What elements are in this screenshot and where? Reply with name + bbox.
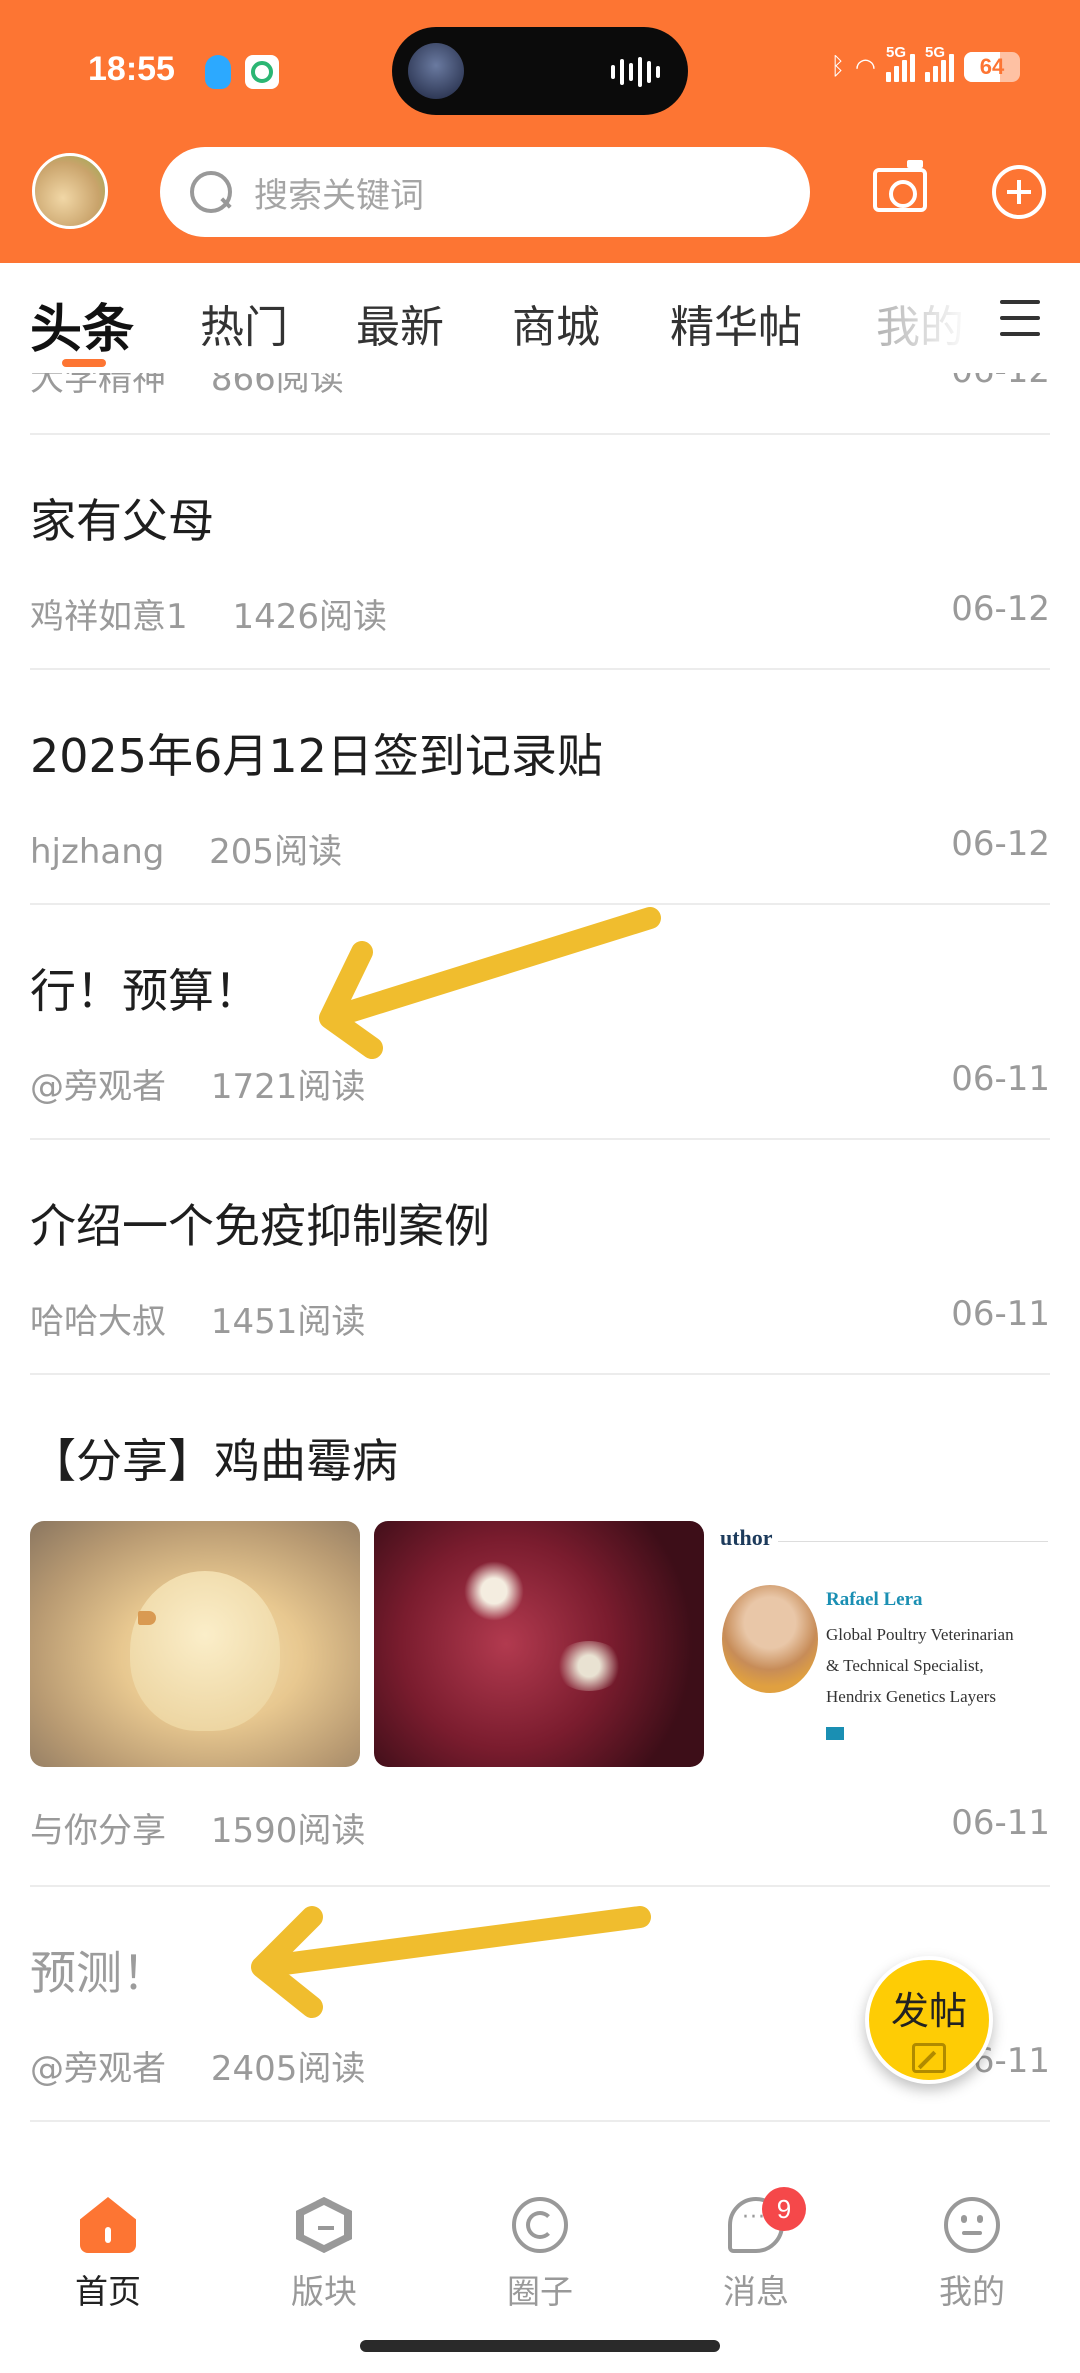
tab-headlines[interactable]: 头条: [30, 287, 134, 362]
signal-icon: 5G: [886, 44, 915, 82]
post-reads: 2405阅读: [210, 2049, 366, 2089]
plus-circle-icon[interactable]: [992, 165, 1046, 219]
home-icon: [80, 2197, 136, 2253]
dynamic-island[interactable]: [392, 27, 688, 115]
post-title: 【分享】鸡曲霉病: [30, 1434, 398, 1488]
post-title: 2025年6月12日签到记录贴: [30, 729, 603, 783]
profile-icon: [944, 2197, 1000, 2253]
post-author: 哈哈大叔: [30, 1302, 166, 1342]
search-input[interactable]: 搜索关键词: [160, 147, 810, 237]
board-icon: [296, 2197, 352, 2253]
post-date: 06-12: [951, 589, 1050, 629]
battery-icon: 64: [964, 52, 1020, 82]
message-badge: 9: [762, 2187, 806, 2231]
post-date: 06-11: [951, 1294, 1050, 1334]
menu-icon[interactable]: [1000, 300, 1040, 336]
post-title: 家有父母: [30, 494, 214, 548]
divider: [30, 1885, 1050, 1887]
category-tabs: 头条 热门 最新 商城 精华帖 我的: [0, 263, 1080, 373]
user-avatar[interactable]: [32, 153, 108, 229]
search-placeholder: 搜索关键词: [254, 175, 424, 216]
app-header: 18:55 ᛒ ◠ 5G 5G 64 搜索关键词: [0, 0, 1080, 263]
status-bar: 18:55 ᛒ ◠ 5G 5G 64: [0, 0, 1080, 140]
now-playing-thumbnail: [408, 43, 464, 99]
annotation-arrow-icon-2: [251, 1906, 651, 2018]
new-post-label: 发帖: [890, 1989, 967, 2033]
post-date: 06-11: [951, 1059, 1050, 1099]
author-photo: [722, 1585, 818, 1693]
wifi-icon: ◠: [855, 53, 876, 81]
nav-home[interactable]: 首页: [38, 2197, 178, 2313]
tab-hot[interactable]: 热门: [200, 291, 288, 355]
post-date: 06-12: [951, 824, 1050, 864]
post-reads: 1426阅读: [232, 597, 387, 637]
post-title: 介绍一个免疫抑制案例: [30, 1199, 490, 1253]
list-item[interactable]: 2025年6月12日签到记录贴 hjzhang 205阅读 06-12: [30, 720, 1050, 872]
bluetooth-icon: ᛒ: [830, 53, 846, 80]
signal-icon-2: 5G: [925, 44, 954, 82]
status-time: 18:55: [88, 50, 175, 88]
camera-icon[interactable]: [873, 160, 927, 212]
new-post-button[interactable]: 发帖: [865, 1956, 993, 2084]
post-date: 06-11: [951, 1803, 1050, 1843]
post-author: hjzhang: [30, 832, 165, 872]
post-meta: 鸡祥如意1 1426阅读 06-12: [30, 589, 1050, 637]
divider: [30, 668, 1050, 670]
post-author: @旁观者: [30, 2049, 166, 2089]
post-meta: 哈哈大叔 1451阅读 06-11: [30, 1294, 1050, 1342]
post-author: 与你分享: [30, 1811, 166, 1851]
tab-mall[interactable]: 商城: [512, 291, 600, 355]
annotation-arrow-icon: [319, 907, 661, 1059]
tabs-fade-overlay: [870, 263, 970, 373]
author-card-image[interactable]: uthor Rafael Lera Global Poultry Veterin…: [718, 1521, 1048, 1767]
divider: [30, 433, 1050, 435]
post-reads: 1721阅读: [210, 1067, 366, 1107]
post-images: uthor Rafael Lera Global Poultry Veterin…: [30, 1521, 1050, 1767]
post-reads: 205阅读: [209, 832, 343, 872]
divider: [30, 2120, 1050, 2122]
mail-icon: [826, 1727, 844, 1740]
audio-wave-icon: [611, 57, 660, 87]
nav-profile[interactable]: 我的: [902, 2197, 1042, 2313]
list-item[interactable]: 介绍一个免疫抑制案例 哈哈大叔 1451阅读 06-11: [30, 1190, 1050, 1342]
post-author: @旁观者: [30, 1067, 166, 1107]
circle-icon: [512, 2197, 568, 2253]
qq-notification-icon: [205, 55, 231, 89]
post-meta: hjzhang 205阅读 06-12: [30, 824, 1050, 872]
post-reads: 1590阅读: [210, 1811, 366, 1851]
chick-image[interactable]: [30, 1521, 360, 1767]
nav-circles[interactable]: 圈子: [470, 2197, 610, 2313]
search-icon: [190, 171, 232, 213]
app-notification-icon: [245, 55, 279, 89]
divider: [30, 1138, 1050, 1140]
tab-latest[interactable]: 最新: [356, 291, 444, 355]
system-status-icons: ᛒ ◠ 5G 5G 64: [830, 44, 1020, 82]
edit-icon: [912, 2043, 946, 2073]
post-reads: 1451阅读: [210, 1302, 366, 1342]
list-item[interactable]: 【分享】鸡曲霉病 uthor Rafael Lera Global Poultr…: [30, 1425, 1050, 1851]
tissue-image[interactable]: [374, 1521, 704, 1767]
list-item-partial[interactable]: 大学精神 866阅读 06-12: [30, 373, 1050, 399]
nav-boards[interactable]: 版块: [254, 2197, 394, 2313]
tab-featured[interactable]: 精华帖: [670, 291, 802, 355]
post-meta: 与你分享 1590阅读 06-11: [30, 1803, 1050, 1851]
active-tab-indicator: [62, 359, 106, 367]
divider: [30, 1373, 1050, 1375]
post-author: 鸡祥如意1: [30, 597, 188, 637]
post-meta: @旁观者 1721阅读 06-11: [30, 1059, 1050, 1107]
home-indicator[interactable]: [360, 2340, 720, 2352]
list-item[interactable]: 家有父母 鸡祥如意1 1426阅读 06-12: [30, 485, 1050, 637]
